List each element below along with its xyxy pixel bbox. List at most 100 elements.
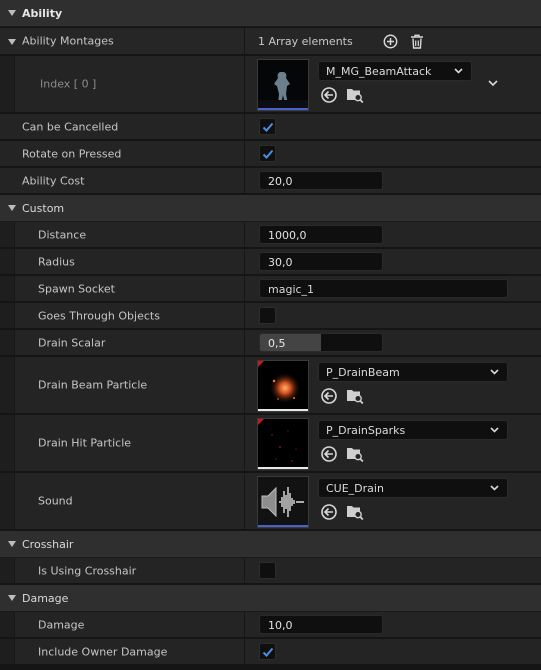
row-ability-cost: Ability Cost 20,0	[0, 168, 541, 194]
property-name: Include Owner Damage	[0, 639, 245, 664]
property-value: P_DrainSparks	[246, 415, 541, 471]
property-label: Damage	[38, 618, 85, 631]
property-label: Rotate on Pressed	[22, 147, 122, 160]
browse-asset-icon[interactable]	[346, 503, 364, 521]
drain-beam-combo[interactable]: P_DrainBeam	[318, 362, 508, 382]
collapse-arrow-icon[interactable]	[8, 39, 16, 45]
property-label: Ability Montages	[22, 34, 114, 48]
property-label: Index [ 0 ]	[40, 77, 97, 91]
section-crosshair[interactable]: Crosshair	[0, 531, 541, 558]
combo-value: P_DrainBeam	[326, 366, 400, 379]
rotate-on-pressed-checkbox[interactable]	[259, 145, 276, 162]
chevron-down-icon	[490, 427, 499, 433]
checkmark-icon	[262, 647, 274, 657]
property-name: Drain Hit Particle	[0, 415, 245, 471]
row-drain-scalar: Drain Scalar 0,5	[0, 330, 541, 356]
browse-asset-icon[interactable]	[346, 387, 364, 405]
property-value: 30,0	[246, 249, 541, 274]
sound-combo[interactable]: CUE_Drain	[318, 478, 508, 498]
property-name: Distance	[0, 222, 245, 247]
section-custom[interactable]: Custom	[0, 195, 541, 222]
spawn-socket-input[interactable]: magic_1	[259, 279, 508, 298]
trash-icon[interactable]	[410, 34, 424, 49]
property-name: Radius	[0, 249, 245, 274]
property-value: 1000,0	[246, 222, 541, 247]
property-name: Sound	[0, 473, 245, 529]
asset-type-bar	[258, 409, 308, 411]
property-name: Drain Scalar	[0, 330, 245, 355]
property-name: Ability Cost	[0, 168, 245, 193]
property-value	[246, 639, 541, 664]
combo-value: M_MG_BeamAttack	[326, 65, 432, 78]
drain-hit-combo[interactable]: P_DrainSparks	[318, 420, 508, 440]
checkmark-icon	[262, 149, 274, 159]
row-goes-through-objects: Goes Through Objects	[0, 303, 541, 329]
section-ability[interactable]: Ability	[0, 0, 541, 27]
details-panel: Ability Ability Montages 1 Array element…	[0, 0, 541, 670]
collapse-arrow-icon	[8, 205, 16, 211]
property-name: Can be Cancelled	[0, 114, 245, 139]
use-selected-icon[interactable]	[320, 387, 338, 405]
property-value: 20,0	[246, 168, 541, 193]
slider-value: 0,5	[268, 337, 286, 350]
browse-asset-icon[interactable]	[346, 86, 364, 104]
character-thumbnail-icon	[258, 60, 308, 110]
asset-type-bar	[258, 108, 308, 110]
property-value: P_DrainBeam	[246, 357, 541, 413]
property-value: CUE_Drain	[246, 473, 541, 529]
expand-chevron-icon[interactable]	[488, 80, 498, 87]
sound-cue-icon	[258, 477, 308, 527]
array-count: 1 Array elements	[258, 35, 353, 48]
row-index-0: Index [ 0 ] M_MG_BeamAttack	[0, 56, 541, 113]
montage-thumbnail[interactable]	[257, 59, 309, 111]
include-owner-damage-checkbox[interactable]	[259, 643, 276, 660]
property-label: Sound	[38, 494, 73, 508]
drain-hit-thumbnail[interactable]	[257, 418, 309, 470]
drain-scalar-slider[interactable]: 0,5	[259, 333, 383, 352]
add-element-icon[interactable]	[383, 34, 398, 49]
property-value: M_MG_BeamAttack	[246, 56, 541, 112]
property-label: Spawn Socket	[38, 282, 115, 295]
chevron-down-icon	[490, 369, 499, 375]
collapse-arrow-icon	[8, 595, 16, 601]
use-selected-icon[interactable]	[320, 445, 338, 463]
property-label: Can be Cancelled	[22, 120, 119, 133]
property-value	[246, 303, 541, 328]
is-using-crosshair-checkbox[interactable]	[259, 562, 276, 579]
property-label: Drain Scalar	[38, 336, 106, 349]
use-selected-icon[interactable]	[320, 86, 338, 104]
particle-thumbnail-icon	[258, 419, 308, 469]
section-damage[interactable]: Damage	[0, 585, 541, 612]
row-include-owner-damage: Include Owner Damage	[0, 639, 541, 665]
checkmark-icon	[262, 122, 274, 132]
drain-beam-thumbnail[interactable]	[257, 360, 309, 412]
asset-type-bar	[258, 467, 308, 469]
row-spawn-socket: Spawn Socket magic_1	[0, 276, 541, 302]
property-label: Is Using Crosshair	[38, 564, 137, 577]
property-label: Ability Cost	[22, 174, 85, 187]
property-value: magic_1	[246, 276, 541, 301]
goes-through-objects-checkbox[interactable]	[259, 307, 276, 324]
row-drain-beam-particle: Drain Beam Particle P_DrainBeam	[0, 357, 541, 414]
chevron-down-icon	[490, 485, 499, 491]
section-title: Custom	[22, 202, 65, 215]
section-title: Damage	[22, 592, 69, 605]
use-selected-icon[interactable]	[320, 503, 338, 521]
damage-input[interactable]: 10,0	[259, 615, 383, 634]
ability-cost-input[interactable]: 20,0	[259, 171, 383, 190]
sound-thumbnail[interactable]	[257, 476, 309, 528]
row-can-be-cancelled: Can be Cancelled	[0, 114, 541, 140]
distance-input[interactable]: 1000,0	[259, 225, 383, 244]
row-radius: Radius 30,0	[0, 249, 541, 275]
property-name: Index [ 0 ]	[0, 56, 245, 112]
property-value: 10,0	[246, 612, 541, 637]
browse-asset-icon[interactable]	[346, 445, 364, 463]
radius-input[interactable]: 30,0	[259, 252, 383, 271]
montage-asset-combo[interactable]: M_MG_BeamAttack	[318, 61, 472, 81]
property-name: Spawn Socket	[0, 276, 245, 301]
collapse-arrow-icon	[8, 541, 16, 547]
property-name: Drain Beam Particle	[0, 357, 245, 413]
collapse-arrow-icon	[8, 10, 16, 16]
property-label: Include Owner Damage	[38, 645, 168, 658]
can-be-cancelled-checkbox[interactable]	[259, 118, 276, 135]
